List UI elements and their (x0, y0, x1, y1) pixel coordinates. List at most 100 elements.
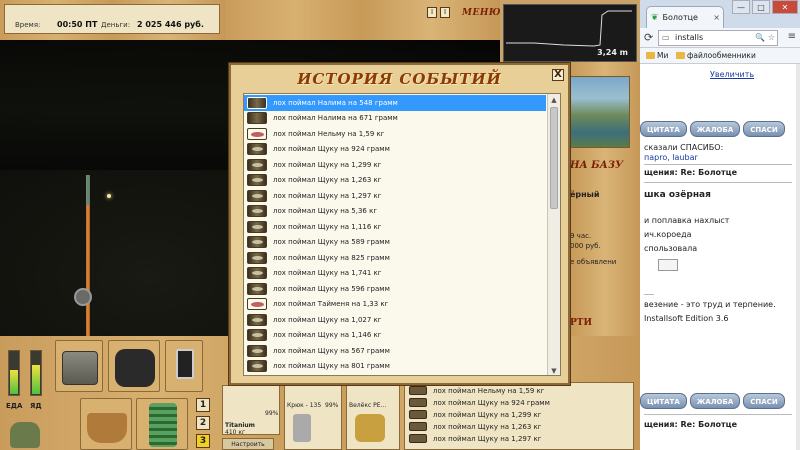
food-gauge (8, 350, 20, 396)
basket-slot[interactable] (80, 398, 132, 450)
menu-pause-button[interactable]: I (440, 7, 450, 18)
tab-bolotce[interactable]: ❦ Болотце × (646, 6, 724, 28)
event-row[interactable]: лох поймал Тайменя на 1,33 кг (244, 297, 546, 313)
event-row[interactable]: лох поймал Щуку на 1,263 кг (244, 173, 546, 189)
quote-button[interactable]: ЦИТАТА (640, 121, 687, 137)
folder-icon (646, 52, 655, 59)
thanks-users[interactable]: паpro, laubar (644, 153, 698, 162)
phone-slot[interactable] (165, 340, 203, 392)
event-row[interactable]: лох поймал Налима на 548 грамм (244, 95, 546, 111)
tab-close-icon[interactable]: × (713, 13, 720, 22)
rod-slot-3-button[interactable]: 3 (196, 434, 210, 448)
backpack-icon[interactable] (10, 422, 40, 448)
page-scrollbar[interactable] (796, 64, 800, 450)
catch-text: лох поймал Щуку на 1,299 кг (433, 410, 542, 419)
event-row[interactable]: лох поймал Щуку на 1,027 кг (244, 312, 546, 328)
dialog-title: ИСТОРИЯ СОБЫТИЙ (297, 70, 502, 88)
post-subject-2: щения: Re: Болотце (644, 420, 738, 429)
zoom-link[interactable]: Увеличить (710, 70, 754, 79)
event-row[interactable]: лох поймал Щуку на 1,146 кг (244, 328, 546, 344)
event-row[interactable]: лох поймал Налима на 671 грамм (244, 111, 546, 127)
rod-slot-2-button[interactable]: 2 (196, 416, 210, 430)
catch-row: лох поймал Щуку на 1,299 кг (409, 409, 541, 420)
bag-slot[interactable] (108, 340, 160, 392)
fish-icon (247, 236, 267, 249)
rod-card[interactable]: Titanium 410 кг 99% (222, 385, 280, 436)
tackle-box-icon (62, 351, 98, 385)
minimize-button[interactable]: — (732, 0, 750, 14)
event-row[interactable]: лох поймал Щуку на 801 грамм (244, 359, 546, 375)
thanks-button[interactable]: СПАСИ (743, 121, 785, 137)
thanks-button-2[interactable]: СПАСИ (743, 393, 785, 409)
catch-row: лох поймал Щуку на 924 грамм (409, 397, 550, 408)
catch-list[interactable]: лох поймал Нельму на 1,59 кг лох поймал … (404, 382, 634, 450)
complaint-button-2[interactable]: ЖАЛОБА (689, 393, 741, 409)
event-row[interactable]: лох поймал Щуку на 924 грамм (244, 142, 546, 158)
event-row[interactable]: лох поймал Щуку на 1,741 кг (244, 266, 546, 282)
to-base-button[interactable]: НА БАЗУ (570, 160, 623, 171)
catch-text: лох поймал Нельму на 1,59 кг (433, 386, 545, 395)
event-row[interactable]: лох поймал Тайменя на 7,502 кг (244, 374, 546, 375)
post-actions: ЦИТАТА ЖАЛОБА СПАСИ (640, 121, 785, 137)
event-list-scrollbar[interactable]: ▲ ▼ (547, 94, 560, 375)
event-row[interactable]: лох поймал Щуку на 567 грамм (244, 343, 546, 359)
quote-button-2[interactable]: ЦИТАТА (640, 393, 687, 409)
tackle-box-slot[interactable] (55, 340, 103, 392)
event-text: лох поймал Налима на 671 грамм (273, 114, 398, 123)
rod-slot-1-button[interactable]: 1 (196, 398, 210, 412)
scroll-thumb[interactable] (550, 107, 558, 209)
post-line-2: ич.короеда (644, 230, 692, 239)
scroll-up-icon[interactable]: ▲ (548, 94, 560, 106)
side-text-4: е объявлени (570, 258, 617, 266)
scroll-down-icon[interactable]: ▼ (548, 365, 560, 375)
fishing-game: Время: 00:50 ПТ Деньги: 2 025 446 руб. I… (0, 0, 640, 450)
bait-icon (355, 414, 385, 442)
time-label: Время: (15, 21, 41, 29)
menu-minimize-button[interactable]: I (427, 7, 437, 18)
address-bar[interactable]: ▭ installs 🔍 ☆ (658, 30, 778, 46)
bookmark-folder-mi[interactable]: Ми (646, 51, 668, 60)
bookmark-folder-fileshare[interactable]: файлообменники (676, 51, 756, 60)
maximize-button[interactable]: □ (752, 0, 770, 14)
fish-icon (247, 205, 267, 218)
close-button[interactable]: X (552, 69, 564, 81)
bait-card[interactable]: Велёкс РЕ... (346, 385, 400, 450)
event-text: лох поймал Щуку на 924 грамм (273, 145, 390, 154)
fish-icon (409, 434, 427, 443)
fish-icon (247, 174, 267, 187)
event-list[interactable]: лох поймал Налима на 548 грамм лох поймал… (243, 93, 561, 376)
event-text: лох поймал Щуку на 567 грамм (273, 346, 390, 355)
post-line-1: и поплавка нахлыст (644, 216, 730, 225)
event-text: лох поймал Щуку на 1,263 кг (273, 176, 382, 185)
broken-image-icon[interactable] (658, 259, 678, 271)
event-text: лох поймал Нельму на 1,59 кг (273, 129, 385, 138)
post-title: шка озёрная (644, 190, 711, 200)
event-row[interactable]: лох поймал Щуку на 1,299 кг (244, 157, 546, 173)
location-photo[interactable] (568, 76, 630, 148)
signature-text: везение - это труд и терпение. (644, 300, 776, 309)
screen: Время: 00:50 ПТ Деньги: 2 025 446 руб. I… (0, 0, 800, 450)
side-text-2: 9 час. (570, 232, 592, 240)
event-row[interactable]: лох поймал Щуку на 1,116 кг (244, 219, 546, 235)
event-row[interactable]: лох поймал Нельму на 1,59 кг (244, 126, 546, 142)
window-close-button[interactable]: ✕ (772, 0, 798, 14)
event-text: лох поймал Щуку на 1,297 кг (273, 191, 382, 200)
event-row[interactable]: лох поймал Щуку на 596 грамм (244, 281, 546, 297)
menu-icon[interactable]: ≡ (788, 31, 796, 42)
event-row[interactable]: лох поймал Щуку на 589 грамм (244, 235, 546, 251)
fish-icon (247, 112, 267, 125)
event-row[interactable]: лох поймал Щуку на 825 грамм (244, 250, 546, 266)
hook-card[interactable]: Крюк - 135 99% (284, 385, 342, 450)
rod-name: Titanium (225, 422, 255, 429)
menu-button[interactable]: МЕНЮ (462, 8, 501, 18)
search-star-icon[interactable]: 🔍 ☆ (755, 31, 775, 45)
event-row[interactable]: лох поймал Щуку на 1,297 кг (244, 188, 546, 204)
setup-button[interactable]: Настроить (222, 438, 274, 450)
bookmarks-bar: Ми файлообменники (640, 48, 800, 64)
hook-label: Крюк - 135 (287, 402, 322, 409)
reload-icon[interactable]: ⟳ (644, 31, 653, 44)
complaint-button[interactable]: ЖАЛОБА (689, 121, 741, 137)
event-row[interactable]: лох поймал Щуку на 5,36 кг (244, 204, 546, 220)
keepnet-slot[interactable] (136, 398, 188, 450)
event-text: лох поймал Щуку на 801 грамм (273, 362, 390, 371)
